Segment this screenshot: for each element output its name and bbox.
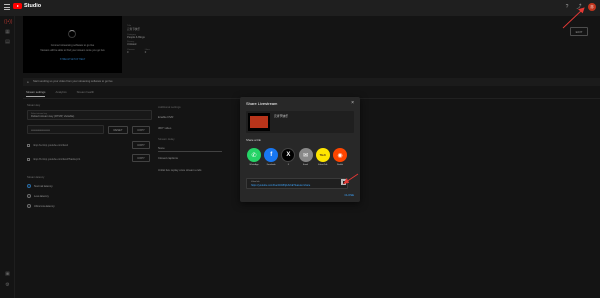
- close-button[interactable]: CLOSE: [345, 193, 354, 197]
- dialog-title: Share Livestream: [246, 101, 278, 106]
- email-icon: ✉: [298, 148, 313, 162]
- stream-card: 元宵节快乐: [246, 111, 354, 133]
- whatsapp-icon: ✆: [247, 148, 261, 162]
- video-link-label: Video link: [251, 180, 260, 183]
- video-link-field[interactable]: Video link https://youtube.com/live/4C1B…: [246, 178, 348, 189]
- share-reddit[interactable]: ◉ Reddit: [332, 148, 347, 166]
- share-kakaotalk[interactable]: TALK KakaoTalk: [315, 148, 330, 166]
- logo-text: Studio: [24, 3, 42, 9]
- share-x-label: X: [287, 164, 290, 166]
- x-icon: X: [281, 148, 296, 162]
- avatar[interactable]: 亦: [588, 3, 596, 11]
- share-link-heading: Share a link: [246, 138, 261, 142]
- top-bar: Studio ? ⤴ 亦: [0, 0, 600, 16]
- share-email[interactable]: ✉ Email: [298, 148, 313, 166]
- share-facebook-label: Facebook: [266, 164, 276, 166]
- copy-icon[interactable]: [341, 179, 346, 185]
- share-livestream-dialog: Share Livestream × 元宵节快乐 Share a link ✆ …: [240, 97, 360, 202]
- facebook-icon: f: [264, 148, 279, 162]
- share-reddit-label: Reddit: [337, 164, 343, 166]
- share-email-label: Email: [303, 164, 309, 166]
- kakaotalk-icon: TALK: [315, 148, 330, 162]
- stream-card-title: 元宵节快乐: [274, 114, 288, 118]
- video-link-url[interactable]: https://youtube.com/live/4C1Bhj1Z2vE?fea…: [251, 184, 310, 187]
- share-whatsapp-label: WhatsApp: [249, 164, 259, 166]
- share-platforms: ✆ WhatsApp f Facebook X X ✉ Email TALK K…: [247, 148, 347, 166]
- share-facebook[interactable]: f Facebook: [264, 148, 279, 166]
- close-icon[interactable]: ×: [351, 100, 354, 106]
- studio-logo[interactable]: Studio: [13, 3, 41, 9]
- menu-icon[interactable]: [4, 4, 10, 10]
- share-x[interactable]: X X: [281, 148, 296, 166]
- help-icon[interactable]: ?: [564, 4, 570, 10]
- share-kakaotalk-label: KakaoTalk: [318, 164, 328, 166]
- youtube-logo-icon: [13, 3, 22, 9]
- share-icon[interactable]: ⤴: [576, 4, 582, 10]
- stream-thumbnail: [248, 113, 270, 131]
- reddit-icon: ◉: [332, 148, 347, 162]
- share-whatsapp[interactable]: ✆ WhatsApp: [247, 148, 261, 166]
